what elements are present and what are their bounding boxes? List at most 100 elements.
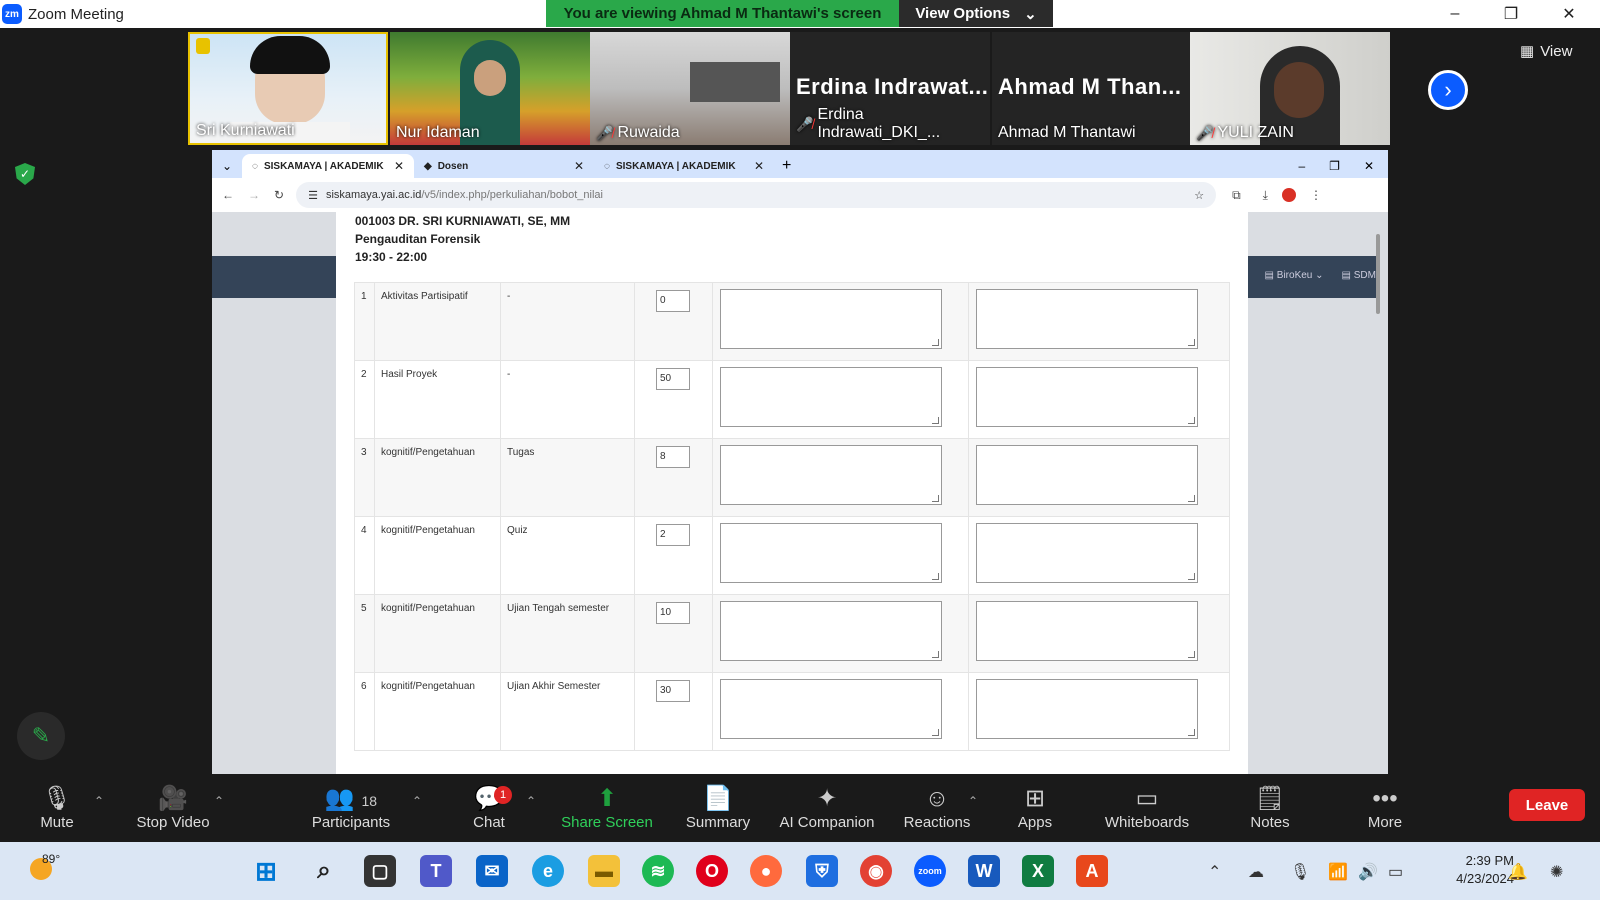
description-textarea[interactable] [720, 445, 942, 505]
notes-textarea[interactable] [976, 367, 1198, 427]
extensions-icon[interactable]: ⧉ [1232, 188, 1241, 203]
maps-pin-icon[interactable]: ● [750, 855, 782, 887]
nav-item-sdm[interactable]: ▤ SDM [1342, 270, 1376, 281]
volume-icon[interactable]: 🔊 [1358, 862, 1378, 882]
restore-button[interactable]: ❐ [1488, 0, 1534, 28]
file-explorer-icon[interactable]: ▬ [588, 855, 620, 887]
row-component: Ujian Akhir Semester [500, 672, 635, 751]
start-windows-icon[interactable]: ⊞ [250, 855, 282, 887]
notification-bell-icon[interactable]: 🔔 [1508, 862, 1528, 882]
caret-up-icon[interactable]: ⌃ [526, 794, 536, 808]
battery-icon[interactable]: ▭ [1388, 862, 1403, 882]
participant-tile[interactable]: 🎤̸ Ruwaida [590, 32, 790, 145]
description-textarea[interactable] [720, 289, 942, 349]
whiteboards-button[interactable]: ▭ Whiteboards [1092, 784, 1202, 831]
notes-textarea[interactable] [976, 601, 1198, 661]
caret-up-icon[interactable]: ⌃ [214, 794, 224, 808]
teams-icon[interactable]: T [420, 855, 452, 887]
browser-minimize-icon[interactable]: – [1298, 159, 1305, 173]
weight-input[interactable]: 50 [656, 368, 690, 390]
share-screen-button[interactable]: ⬆ Share Screen [552, 784, 662, 831]
weight-input[interactable]: 8 [656, 446, 690, 468]
copilot-icon[interactable]: ✺ [1550, 862, 1563, 882]
bookmark-star-icon[interactable]: ☆ [1194, 189, 1204, 202]
nav-item-birokeu[interactable]: ▤ BiroKeu ⌄ [1265, 270, 1324, 281]
view-options-button[interactable]: View Options ⌄ [899, 0, 1053, 27]
browser-tab[interactable]: ◌ SISKAMAYA | AKADEMIK ✕ [594, 154, 774, 178]
spotify-icon[interactable]: ≋ [642, 855, 674, 887]
notes-textarea[interactable] [976, 289, 1198, 349]
weight-input[interactable]: 30 [656, 680, 690, 702]
browser-restore-icon[interactable]: ❐ [1329, 159, 1340, 173]
minimize-button[interactable]: – [1432, 0, 1478, 28]
edge-browser-icon[interactable]: e [532, 855, 564, 887]
tab-search-icon[interactable]: ⌄ [212, 159, 242, 173]
close-tab-icon[interactable]: ✕ [394, 159, 404, 173]
reactions-button[interactable]: ☺ Reactions ⌃ [882, 784, 992, 831]
browser-tab[interactable]: ◆ Dosen ✕ [414, 154, 594, 178]
notes-button[interactable]: 🗒 Notes [1215, 784, 1325, 831]
participants-button[interactable]: 👥 18 Participants ⌃ [296, 784, 422, 831]
caret-up-icon[interactable]: ⌃ [412, 794, 422, 808]
description-textarea[interactable] [720, 367, 942, 427]
onedrive-cloud-icon[interactable]: ☁ [1248, 862, 1264, 882]
notes-textarea[interactable] [976, 445, 1198, 505]
annotate-pencil-button[interactable]: ✎ [17, 712, 65, 760]
excel-icon[interactable]: X [1022, 855, 1054, 887]
opera-icon[interactable]: O [696, 855, 728, 887]
caret-up-icon[interactable]: ⌃ [94, 794, 104, 808]
security-shield-app-icon[interactable]: ⛨ [806, 855, 838, 887]
weight-input[interactable]: 0 [656, 290, 690, 312]
profile-avatar[interactable] [1281, 188, 1296, 202]
apps-button[interactable]: ⊞ Apps [980, 784, 1090, 831]
description-textarea[interactable] [720, 679, 942, 739]
participant-tile[interactable]: Erdina Indrawat... 🎤̸ Erdina Indrawati_DK… [790, 32, 990, 145]
word-icon[interactable]: W [968, 855, 1000, 887]
leave-button[interactable]: Leave [1509, 789, 1585, 821]
back-icon[interactable]: ← [222, 188, 234, 202]
participant-tile[interactable]: Sri Kurniawati [188, 32, 388, 145]
participant-tile[interactable]: 🎤̸ YULI ZAIN [1190, 32, 1390, 145]
notes-textarea[interactable] [976, 523, 1198, 583]
mute-button[interactable]: 🎙 Mute ⌃ [2, 784, 112, 831]
weight-input[interactable]: 2 [656, 524, 690, 546]
close-tab-icon[interactable]: ✕ [754, 159, 764, 173]
ai-companion-button[interactable]: ✦ AI Companion [772, 784, 882, 831]
search-icon[interactable]: ⌕ [308, 855, 340, 887]
summary-button[interactable]: 📄 Summary [663, 784, 773, 831]
reload-icon[interactable]: ↻ [274, 188, 284, 202]
video-camera-icon: 🎥 [158, 785, 188, 812]
weight-input[interactable]: 10 [656, 602, 690, 624]
browser-close-icon[interactable]: ✕ [1364, 159, 1374, 173]
new-tab-icon[interactable]: + [782, 157, 791, 175]
notes-textarea[interactable] [976, 679, 1198, 739]
view-button[interactable]: ▦ View [1520, 42, 1572, 61]
browser-menu-icon[interactable]: ⋮ [1310, 188, 1322, 202]
close-tab-icon[interactable]: ✕ [574, 159, 584, 173]
forward-icon[interactable]: → [248, 188, 260, 202]
stop-video-button[interactable]: 🎥 Stop Video ⌃ [118, 784, 228, 831]
browser-tab[interactable]: ◌ SISKAMAYA | AKADEMIK ✕ [242, 154, 414, 178]
participant-tile[interactable]: Ahmad M Than... Ahmad M Thantawi [992, 32, 1192, 145]
task-view-icon[interactable]: ▢ [364, 855, 396, 887]
wifi-icon[interactable]: 📶 [1328, 862, 1348, 882]
description-textarea[interactable] [720, 601, 942, 661]
system-clock[interactable]: 2:39 PM 4/23/2024 [1438, 852, 1514, 888]
participants-icon: 👥 [324, 785, 355, 812]
participant-tile[interactable]: Nur Idaman [390, 32, 590, 145]
chat-button[interactable]: 💬 1 Chat ⌃ [434, 784, 544, 831]
page-scrollbar[interactable] [1376, 234, 1380, 314]
pdf-reader-icon[interactable]: A [1076, 855, 1108, 887]
description-textarea[interactable] [720, 523, 942, 583]
next-page-button[interactable]: › [1428, 70, 1468, 110]
close-button[interactable]: ✕ [1546, 0, 1592, 28]
tray-overflow-icon[interactable]: ⌃ [1208, 862, 1221, 882]
more-button[interactable]: ••• More [1330, 784, 1440, 831]
download-icon[interactable]: ⤓ [1263, 188, 1268, 203]
microphone-tray-icon[interactable]: 🎙 [1290, 862, 1310, 882]
zoom-app-icon[interactable]: zoom [914, 855, 946, 887]
url-input[interactable]: ☰ siskamaya.yai.ac.id/v5/index.php/perkul… [296, 182, 1217, 208]
chrome-icon[interactable]: ◉ [860, 855, 892, 887]
mail-icon[interactable]: ✉ [476, 855, 508, 887]
caret-up-icon[interactable]: ⌃ [968, 794, 978, 808]
